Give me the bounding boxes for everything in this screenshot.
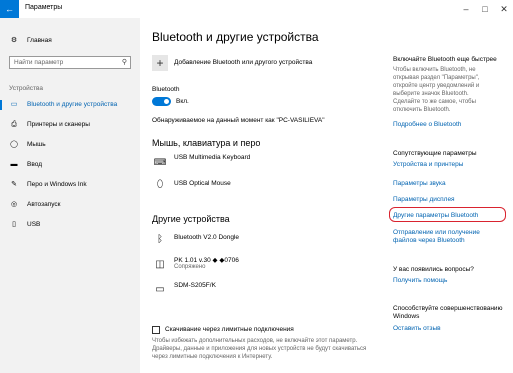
tip-text: Чтобы включить Bluetooth, не открывая ра… xyxy=(393,67,480,113)
window-title: Параметры xyxy=(25,4,63,11)
tip-title: Включайте Bluetooth еще быстрее xyxy=(393,56,497,63)
sidebar-item-autoplay[interactable]: ◎ Автозапуск xyxy=(0,198,140,212)
pk-device-icon: ◫ xyxy=(155,259,165,270)
add-device-button[interactable]: + xyxy=(152,55,168,71)
main-content: Bluetooth и другие устройства + Добавлен… xyxy=(140,18,380,373)
get-help-link[interactable]: Получить помощь xyxy=(393,277,447,284)
sidebar-item-printers[interactable]: ⎙ Принтеры и сканеры xyxy=(0,118,140,132)
sidebar-item-label: Перо и Windows Ink xyxy=(27,181,87,188)
search-icon: ⚲ xyxy=(121,59,127,66)
pen-icon: ✎ xyxy=(11,181,17,188)
device-sdm[interactable]: SDM-S205F/K xyxy=(174,282,216,289)
sound-settings-link[interactable]: Параметры звука xyxy=(393,180,446,187)
sidebar-item-label: Автозапуск xyxy=(27,201,61,208)
bluetooth-label: Bluetooth xyxy=(152,86,180,93)
sidebar-item-label: Мышь xyxy=(27,141,46,148)
device-mouse[interactable]: USB Optical Mouse xyxy=(174,180,231,187)
sidebar-item-label: USB xyxy=(27,221,41,228)
maximize-button[interactable]: □ xyxy=(475,2,495,16)
bluetooth-state: Вкл. xyxy=(176,98,189,105)
minimize-button[interactable]: – xyxy=(456,2,476,16)
sidebar-item-mouse[interactable]: ◯ Мышь xyxy=(0,138,140,152)
device-dongle[interactable]: Bluetooth V2.0 Dongle xyxy=(174,234,239,241)
close-button[interactable]: ✕ xyxy=(494,2,513,16)
page-title: Bluetooth и другие устройства xyxy=(152,30,319,44)
device-pk-status: Сопряжено xyxy=(174,264,206,270)
metered-checkbox[interactable] xyxy=(152,326,160,334)
sidebar-item-label: Принтеры и сканеры xyxy=(27,121,90,128)
more-bluetooth-options-link[interactable]: Другие параметры Bluetooth xyxy=(393,212,478,219)
device-pk[interactable]: PK 1.01 v.30 ◆ ◆0706 xyxy=(174,256,239,264)
section-other-devices: Другие устройства xyxy=(152,214,230,224)
device-keyboard[interactable]: USB Multimedia Keyboard xyxy=(174,154,250,161)
metered-description: Чтобы избежать дополнительных расходов, … xyxy=(152,338,367,360)
sidebar-item-typing[interactable]: ▬ Ввод xyxy=(0,158,140,172)
section-title: Устройства xyxy=(9,85,44,92)
help-title: У вас появились вопросы? xyxy=(393,266,474,273)
back-button[interactable]: ← xyxy=(0,0,19,18)
sidebar-item-label: Ввод xyxy=(27,161,42,168)
bluetooth-toggle[interactable] xyxy=(152,97,171,106)
sidebar: ⚙ Главная Найти параметр ⚲ Устройства ▭ … xyxy=(0,18,140,373)
sidebar-item-usb[interactable]: ▯ USB xyxy=(0,218,140,232)
sidebar-item-pen[interactable]: ✎ Перо и Windows Ink xyxy=(0,178,140,192)
send-receive-files-link[interactable]: Отправление или получение файлов через B… xyxy=(393,229,493,245)
add-device-label[interactable]: Добавление Bluetooth или другого устройс… xyxy=(174,59,312,66)
usb-icon: ▯ xyxy=(12,221,16,228)
section-mouse-keyboard: Мышь, клавиатура и перо xyxy=(152,138,261,148)
metered-label[interactable]: Скачивание через лимитные подключения xyxy=(165,326,294,333)
bluetooth-icon: ᛒ xyxy=(157,234,163,245)
keyboard-icon: ⌨ xyxy=(153,157,167,167)
related-title: Сопутствующие параметры xyxy=(393,150,477,157)
sidebar-item-bluetooth[interactable]: ▭ Bluetooth и другие устройства xyxy=(0,98,140,112)
improve-title: Способствуйте совершенствованию Windows xyxy=(393,305,503,320)
display-settings-link[interactable]: Параметры дисплея xyxy=(393,196,455,203)
devices-printers-link[interactable]: Устройства и принтеры xyxy=(393,161,463,168)
mouse-icon: ⬯ xyxy=(156,179,164,190)
keyboard-icon: ▬ xyxy=(10,161,18,168)
search-input[interactable]: Найти параметр ⚲ xyxy=(9,56,131,69)
feedback-link[interactable]: Оставить отзыв xyxy=(393,325,441,332)
plus-icon: + xyxy=(156,56,164,70)
right-panel: Включайте Bluetooth еще быстрее Чтобы вк… xyxy=(380,18,513,373)
sidebar-item-home[interactable]: ⚙ Главная xyxy=(0,34,140,48)
mouse-icon: ◯ xyxy=(10,141,18,148)
title-bar: ← Параметры – □ ✕ xyxy=(0,0,513,18)
sidebar-item-label: Главная xyxy=(27,37,52,44)
bluetooth-devices-icon: ▭ xyxy=(10,101,18,108)
bluetooth-more-link[interactable]: Подробнее о Bluetooth xyxy=(393,121,461,128)
search-placeholder: Найти параметр xyxy=(14,59,64,66)
printer-icon: ⎙ xyxy=(11,121,17,128)
sidebar-item-label: Bluetooth и другие устройства xyxy=(27,101,118,108)
monitor-icon: ▭ xyxy=(155,284,165,295)
gear-icon: ⚙ xyxy=(10,37,18,44)
discoverable-text: Обнаруживаемое на данный момент как "PC-… xyxy=(152,117,325,124)
autoplay-icon: ◎ xyxy=(10,201,18,208)
